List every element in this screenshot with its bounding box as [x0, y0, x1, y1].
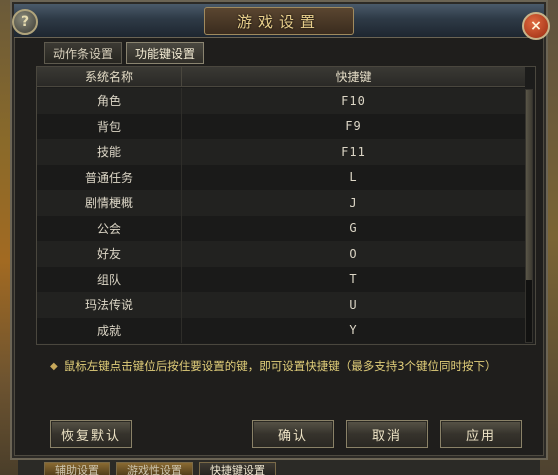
- row-name: 技能: [37, 139, 182, 165]
- hint-text-row: ◆ 鼠标左键点击键位后按住要设置的键，即可设置快捷键（最多支持3个键位同时按下）: [50, 358, 497, 374]
- tab-assist-settings[interactable]: 辅助设置: [44, 462, 110, 475]
- cancel-button[interactable]: 取消: [346, 420, 428, 448]
- tab-action-bar[interactable]: 动作条设置: [44, 42, 123, 64]
- apply-button[interactable]: 应用: [440, 420, 522, 448]
- tab-gameplay-settings[interactable]: 游戏性设置: [116, 462, 193, 475]
- close-icon[interactable]: ×: [522, 12, 550, 40]
- table-scrollbar[interactable]: [525, 89, 533, 343]
- row-name: 剧情梗概: [37, 190, 182, 216]
- row-key[interactable]: Y: [182, 318, 525, 344]
- title-bar: 游戏设置: [14, 4, 544, 38]
- help-icon[interactable]: ?: [12, 9, 38, 35]
- hint-text: 鼠标左键点击键位后按住要设置的键，即可设置快捷键（最多支持3个键位同时按下）: [63, 359, 497, 373]
- row-name: 公会: [37, 215, 182, 241]
- row-name: 组队: [37, 266, 182, 292]
- row-key[interactable]: J: [182, 190, 525, 216]
- shortcut-table: 系统名称 快捷键 角色 F10 背包 F9 技能 F11 普通任务 L 剧情梗概…: [36, 66, 536, 345]
- table-row[interactable]: 成就 Y: [37, 317, 525, 344]
- table-row[interactable]: 玛法传说 U: [37, 292, 525, 318]
- table-row[interactable]: 好友 O: [37, 241, 525, 267]
- row-key[interactable]: L: [182, 165, 525, 191]
- row-name: 好友: [37, 241, 182, 267]
- table-row[interactable]: 普通任务 L: [37, 164, 525, 191]
- table-row[interactable]: 组队 T: [37, 266, 525, 293]
- row-name: 成就: [37, 317, 182, 343]
- table-row[interactable]: 技能 F11: [37, 139, 525, 165]
- tab-shortcut-settings[interactable]: 快捷键设置: [199, 462, 276, 475]
- settings-tabs: 动作条设置 功能键设置: [44, 42, 205, 64]
- table-row[interactable]: 角色 F10: [37, 88, 525, 114]
- tab-function-keys[interactable]: 功能键设置: [126, 42, 205, 64]
- scrollbar-thumb[interactable]: [526, 90, 532, 280]
- row-name: 角色: [37, 88, 182, 114]
- row-key[interactable]: G: [182, 216, 525, 242]
- header-system-name: 系统名称: [37, 67, 182, 86]
- reset-default-button[interactable]: 恢复默认: [50, 420, 132, 448]
- table-row[interactable]: 背包 F9: [37, 113, 525, 140]
- table-body: 角色 F10 背包 F9 技能 F11 普通任务 L 剧情梗概 J 公会 G 好…: [37, 88, 525, 343]
- row-key[interactable]: F11: [182, 139, 525, 165]
- row-name: 背包: [37, 113, 182, 139]
- title-plaque: 游戏设置: [204, 7, 354, 35]
- window-title: 游戏设置: [236, 12, 321, 31]
- confirm-button[interactable]: 确认: [252, 420, 334, 448]
- row-name: 普通任务: [37, 164, 182, 190]
- table-header: 系统名称 快捷键: [37, 67, 525, 87]
- row-name: 玛法传说: [37, 292, 182, 318]
- bottom-tabs: 辅助设置 游戏性设置 快捷键设置: [44, 462, 276, 475]
- table-row[interactable]: 公会 G: [37, 215, 525, 242]
- diamond-bullet-icon: ◆: [50, 360, 58, 372]
- table-row[interactable]: 剧情梗概 J: [37, 190, 525, 216]
- row-key[interactable]: F9: [182, 114, 525, 140]
- row-key[interactable]: U: [182, 292, 525, 318]
- row-key[interactable]: O: [182, 241, 525, 267]
- row-key[interactable]: T: [182, 267, 525, 293]
- row-key[interactable]: F10: [182, 88, 525, 114]
- header-shortcut: 快捷键: [335, 70, 372, 84]
